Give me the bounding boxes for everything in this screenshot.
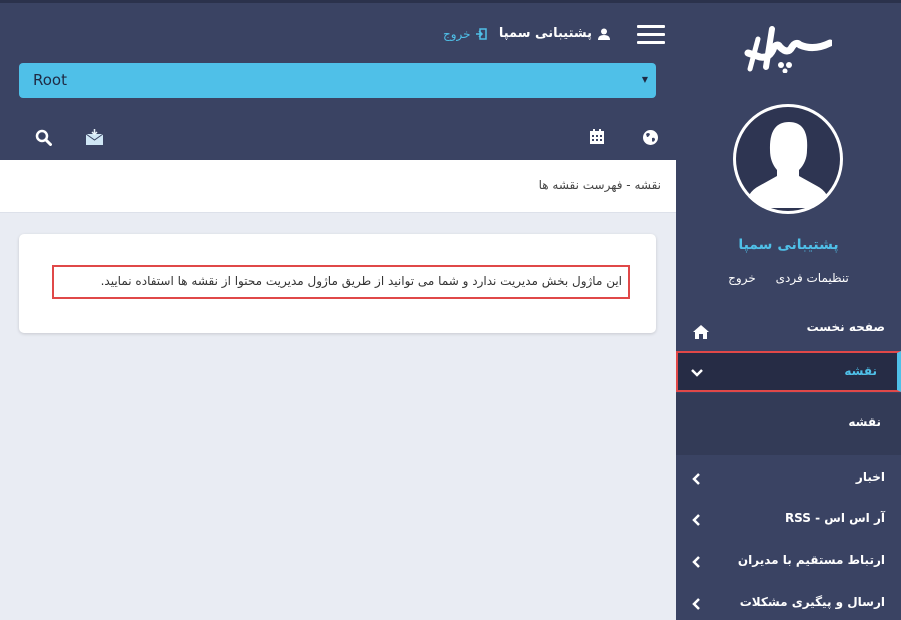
root-select-value: Root: [33, 71, 67, 89]
sidebar-item-news[interactable]: اخبار: [676, 458, 901, 498]
globe-icon[interactable]: [640, 127, 660, 147]
header-logout-label: خروج: [443, 27, 471, 41]
header-user[interactable]: پشتیبانی سمپا: [499, 26, 610, 41]
sidebar-logout-link[interactable]: خروج: [728, 271, 756, 285]
sidebar-item-issues[interactable]: ارسال و پیگیری مشکلات: [676, 583, 901, 620]
chevron-left-icon: [692, 473, 700, 485]
top-header: پشتیبانی سمپا خروج Root ▼: [0, 0, 676, 160]
content-card: این ماژول بخش مدیریت ندارد و شما می توان…: [19, 234, 656, 333]
sidebar-username: پشتیبانی سمپا: [738, 237, 839, 253]
sidebar-item-label: ارسال و پیگیری مشکلات: [739, 595, 885, 609]
user-icon: [598, 28, 610, 40]
breadcrumb: نقشه - فهرست نقشه ها: [538, 178, 661, 192]
module-notice: این ماژول بخش مدیریت ندارد و شما می توان…: [52, 265, 630, 299]
chevron-down-icon: [691, 369, 703, 377]
breadcrumb-bar: نقشه - فهرست نقشه ها: [0, 160, 676, 213]
header-user-name: پشتیبانی سمپا: [498, 26, 592, 41]
avatar: [733, 104, 843, 214]
chevron-left-icon: [692, 514, 700, 526]
sidebar-item-label: ارتباط مستقیم با مدیران: [737, 553, 885, 567]
header-logout-link[interactable]: خروج: [443, 27, 487, 41]
map-submenu: نقشه: [676, 393, 901, 455]
search-icon[interactable]: [33, 127, 53, 147]
home-icon: [693, 325, 709, 339]
sidebar-item-rss[interactable]: آر اس اس - RSS: [676, 499, 901, 539]
sidebar-item-label: آر اس اس - RSS: [784, 511, 885, 525]
sampa-logo: [744, 26, 832, 73]
calendar-icon[interactable]: [587, 127, 607, 147]
sidebar-item-direct-contact[interactable]: ارتباط مستقیم با مدیران: [676, 541, 901, 581]
sidebar-item-label: اخبار: [855, 470, 885, 484]
settings-link[interactable]: تنظیمات فردی: [776, 271, 849, 285]
sidebar-item-label: صفحه نخست: [806, 320, 885, 334]
chevron-down-icon: ▼: [641, 75, 648, 84]
root-select[interactable]: Root ▼: [19, 63, 656, 98]
chevron-left-icon: [692, 556, 700, 568]
logout-icon: [475, 28, 487, 40]
sidebar: پشتیبانی سمپا تنظیمات فردی خروج صفحه نخس…: [676, 0, 901, 620]
mail-icon[interactable]: [84, 127, 104, 147]
sidebar-user-links: تنظیمات فردی خروج: [676, 271, 901, 285]
sidebar-item-label: نقشه: [844, 364, 877, 378]
submenu-item-map[interactable]: نقشه: [848, 415, 881, 429]
sidebar-item-map[interactable]: نقشه: [676, 351, 901, 392]
chevron-left-icon: [692, 598, 700, 610]
hamburger-menu-icon[interactable]: [637, 25, 665, 45]
sidebar-item-home[interactable]: صفحه نخست: [676, 308, 901, 348]
